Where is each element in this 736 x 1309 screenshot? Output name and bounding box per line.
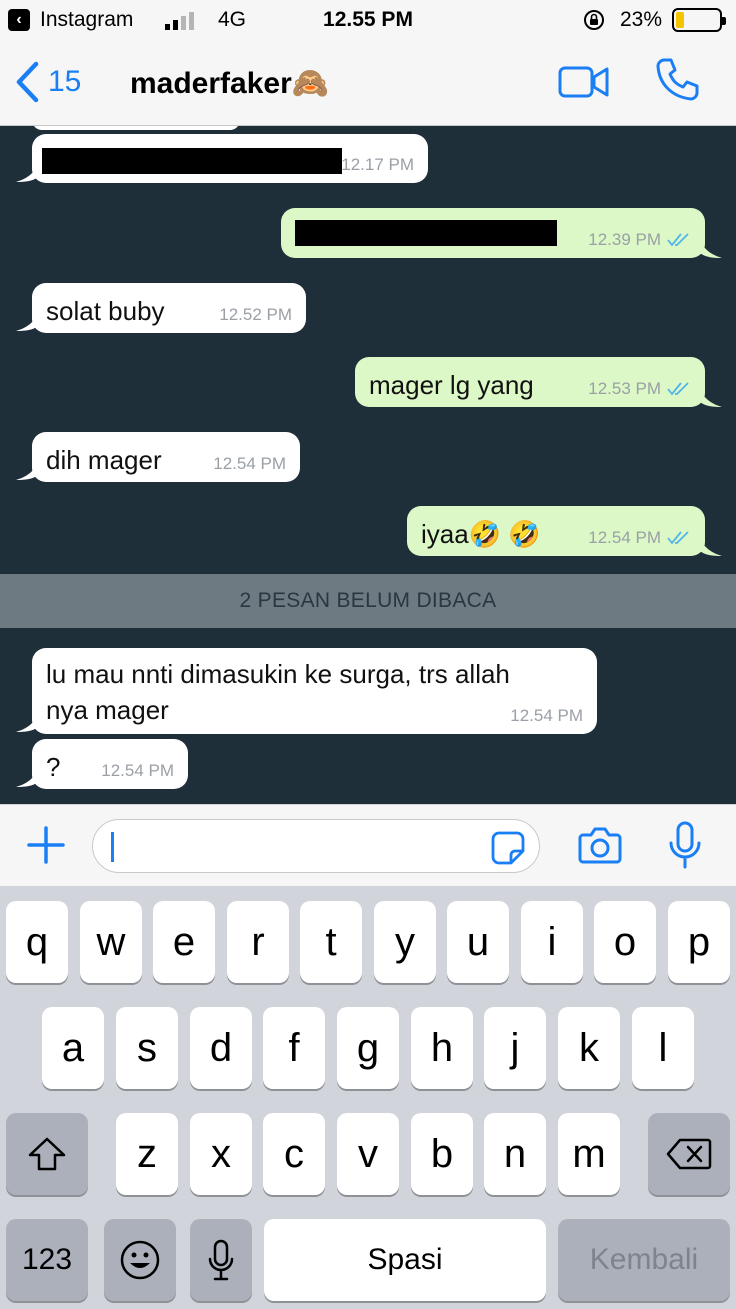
redaction-bar [42, 148, 342, 174]
key-o[interactable]: o [594, 901, 656, 983]
message-bubble-incoming[interactable]: 12.17 PM [32, 134, 428, 183]
numbers-key[interactable]: 123 [6, 1219, 88, 1301]
key-s[interactable]: s [116, 1007, 178, 1089]
message-bubble-outgoing[interactable]: 12.39 PM [281, 208, 705, 258]
back-to-app-icon[interactable]: ‹ [8, 9, 30, 31]
message-time: 12.17 PM [341, 155, 414, 174]
key-p[interactable]: p [668, 901, 730, 983]
camera-icon[interactable] [578, 825, 622, 865]
message-input[interactable] [92, 819, 540, 873]
key-a[interactable]: a [42, 1007, 104, 1089]
message-text-line1: lu mau nnti dimasukin ke surga, trs alla… [46, 659, 510, 689]
back-to-app-label[interactable]: Instagram [40, 8, 133, 32]
double-check-icon [667, 233, 689, 247]
delete-key[interactable] [648, 1113, 730, 1195]
chevron-left-icon [16, 61, 39, 103]
key-h[interactable]: h [411, 1007, 473, 1089]
message-list[interactable]: 12.17 PM 12.39 PM solat buby 12.52 PM ma… [0, 126, 736, 804]
backspace-icon [666, 1138, 712, 1170]
microphone-icon[interactable] [668, 821, 702, 869]
composer-bar [0, 804, 736, 886]
key-v[interactable]: v [337, 1113, 399, 1195]
message-text-line2: nya mager [46, 695, 169, 725]
double-check-icon [667, 531, 689, 545]
chat-header: 15 maderfaker🙈 [0, 40, 736, 126]
key-k[interactable]: k [558, 1007, 620, 1089]
message-text: iyaa🤣 🤣 [421, 519, 541, 549]
redaction-bar [295, 220, 557, 246]
shift-key[interactable] [6, 1113, 88, 1195]
key-w[interactable]: w [80, 901, 142, 983]
message-text: ? [46, 752, 61, 782]
key-l[interactable]: l [632, 1007, 694, 1089]
unread-messages-banner: 2 PESAN BELUM DIBACA [0, 574, 736, 628]
message-text: mager lg yang [369, 370, 534, 400]
sticker-icon[interactable] [491, 831, 525, 865]
text-cursor [111, 832, 114, 862]
video-camera-icon[interactable] [558, 62, 610, 102]
message-bubble-incoming[interactable]: dih mager 12.54 PM [32, 432, 300, 482]
key-n[interactable]: n [484, 1113, 546, 1195]
double-check-icon [667, 382, 689, 396]
plus-icon[interactable] [26, 825, 66, 865]
return-key[interactable]: Kembali [558, 1219, 730, 1301]
dictation-key[interactable] [190, 1219, 252, 1301]
keyboard: q w e r t y u i o p a s d f g h j k l z … [0, 886, 736, 1309]
key-i[interactable]: i [521, 901, 583, 983]
message-time: 12.39 PM [588, 230, 661, 249]
contact-name[interactable]: maderfaker🙈 [130, 66, 329, 101]
key-c[interactable]: c [263, 1113, 325, 1195]
key-y[interactable]: y [374, 901, 436, 983]
key-g[interactable]: g [337, 1007, 399, 1089]
message-bubble-incoming[interactable]: lu mau nnti dimasukin ke surga, trs alla… [32, 648, 597, 734]
message-bubble-outgoing[interactable]: iyaa🤣 🤣 12.54 PM [407, 506, 705, 556]
message-time: 12.54 PM [213, 454, 286, 473]
key-u[interactable]: u [447, 901, 509, 983]
status-bar: ‹ Instagram 4G 12.55 PM 23% [0, 0, 736, 40]
message-bubble-partial [32, 126, 240, 130]
unread-chats-count: 15 [48, 65, 82, 98]
emoji-key[interactable] [104, 1219, 176, 1301]
rotation-lock-icon [584, 10, 604, 30]
emoji-icon [120, 1240, 160, 1280]
message-bubble-outgoing[interactable]: mager lg yang 12.53 PM [355, 357, 705, 407]
message-time: 12.54 PM [588, 528, 661, 547]
key-f[interactable]: f [263, 1007, 325, 1089]
message-text: solat buby [46, 296, 165, 326]
key-m[interactable]: m [558, 1113, 620, 1195]
key-b[interactable]: b [411, 1113, 473, 1195]
battery-percent: 23% [620, 8, 663, 31]
network-type: 4G [218, 8, 247, 31]
key-z[interactable]: z [116, 1113, 178, 1195]
message-time: 12.53 PM [588, 379, 661, 398]
key-r[interactable]: r [227, 901, 289, 983]
key-j[interactable]: j [484, 1007, 546, 1089]
message-bubble-incoming[interactable]: solat buby 12.52 PM [32, 283, 306, 333]
message-time: 12.54 PM [101, 761, 174, 780]
battery-icon [672, 8, 726, 32]
message-time: 12.52 PM [219, 305, 292, 324]
key-e[interactable]: e [153, 901, 215, 983]
key-q[interactable]: q [6, 901, 68, 983]
key-t[interactable]: t [300, 901, 362, 983]
dictation-microphone-icon [208, 1239, 234, 1281]
message-text: dih mager [46, 445, 162, 475]
message-bubble-incoming[interactable]: ? 12.54 PM [32, 739, 188, 789]
battery-fill [676, 12, 684, 28]
signal-icon [165, 12, 194, 30]
key-d[interactable]: d [190, 1007, 252, 1089]
message-time: 12.54 PM [510, 706, 583, 725]
space-key[interactable]: Spasi [264, 1219, 546, 1301]
key-x[interactable]: x [190, 1113, 252, 1195]
phone-icon[interactable] [654, 56, 700, 102]
back-button[interactable]: 15 [14, 58, 81, 106]
shift-icon [28, 1137, 66, 1171]
